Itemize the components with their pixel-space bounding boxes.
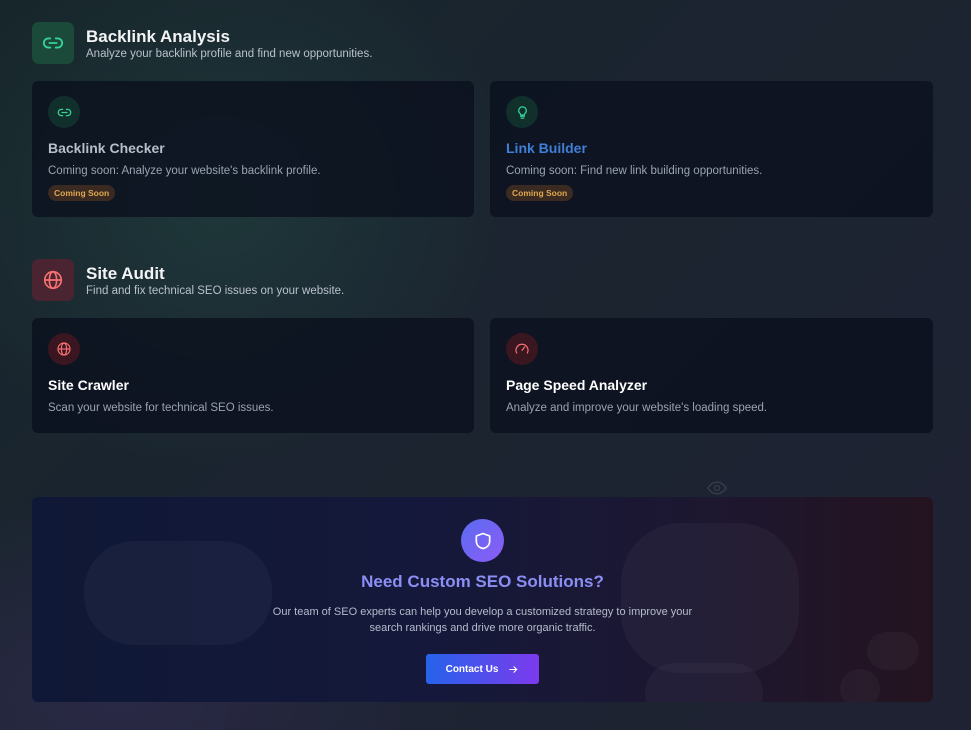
card-title: Page Speed Analyzer (506, 377, 648, 393)
arrow-right-icon (509, 665, 518, 673)
section-title: Site Audit (86, 263, 165, 283)
coming-soon-badge: Coming Soon (48, 185, 116, 201)
card-description: Analyze and improve your website's loadi… (506, 402, 768, 414)
card-title[interactable]: Link Builder (506, 140, 917, 156)
globe-icon (48, 333, 80, 365)
section-subtitle: Analyze your backlink profile and find n… (86, 47, 373, 60)
backlink-analysis-header: Backlink Analysis Analyze your backlink … (32, 22, 372, 64)
card-title: Backlink Checker (48, 140, 165, 156)
coming-soon-badge: Coming Soon (506, 185, 574, 201)
card-title: Site Crawler (48, 377, 129, 393)
link-icon (32, 22, 74, 64)
link-icon (48, 96, 80, 128)
site-crawler-card[interactable]: Site Crawler Scan your website for techn… (32, 318, 474, 433)
custom-seo-cta: Need Custom SEO Solutions? Our team of S… (32, 497, 933, 702)
contact-us-label: Contact Us (445, 663, 499, 675)
cta-description: Our team of SEO experts can help you dev… (272, 606, 693, 634)
card-description: Coming soon: Analyze your website's back… (48, 165, 321, 177)
site-audit-header: Site Audit Find and fix technical SEO is… (32, 259, 344, 301)
contact-us-button[interactable]: Contact Us (426, 654, 539, 684)
lightbulb-icon (506, 96, 538, 128)
card-description: Coming soon: Find new link building oppo… (506, 165, 763, 177)
globe-icon (32, 259, 74, 301)
gauge-icon (506, 333, 538, 365)
cta-title: Need Custom SEO Solutions? (361, 572, 604, 591)
section-subtitle: Find and fix technical SEO issues on you… (86, 284, 345, 297)
card-description: Scan your website for technical SEO issu… (48, 402, 274, 414)
shield-icon (461, 519, 504, 562)
link-builder-card[interactable]: Link Builder Coming soon: Find new link … (490, 81, 933, 217)
backlink-checker-card[interactable]: Backlink Checker Coming soon: Analyze yo… (32, 81, 474, 217)
section-title: Backlink Analysis (86, 26, 230, 46)
page-speed-analyzer-card[interactable]: Page Speed Analyzer Analyze and improve … (490, 318, 933, 433)
